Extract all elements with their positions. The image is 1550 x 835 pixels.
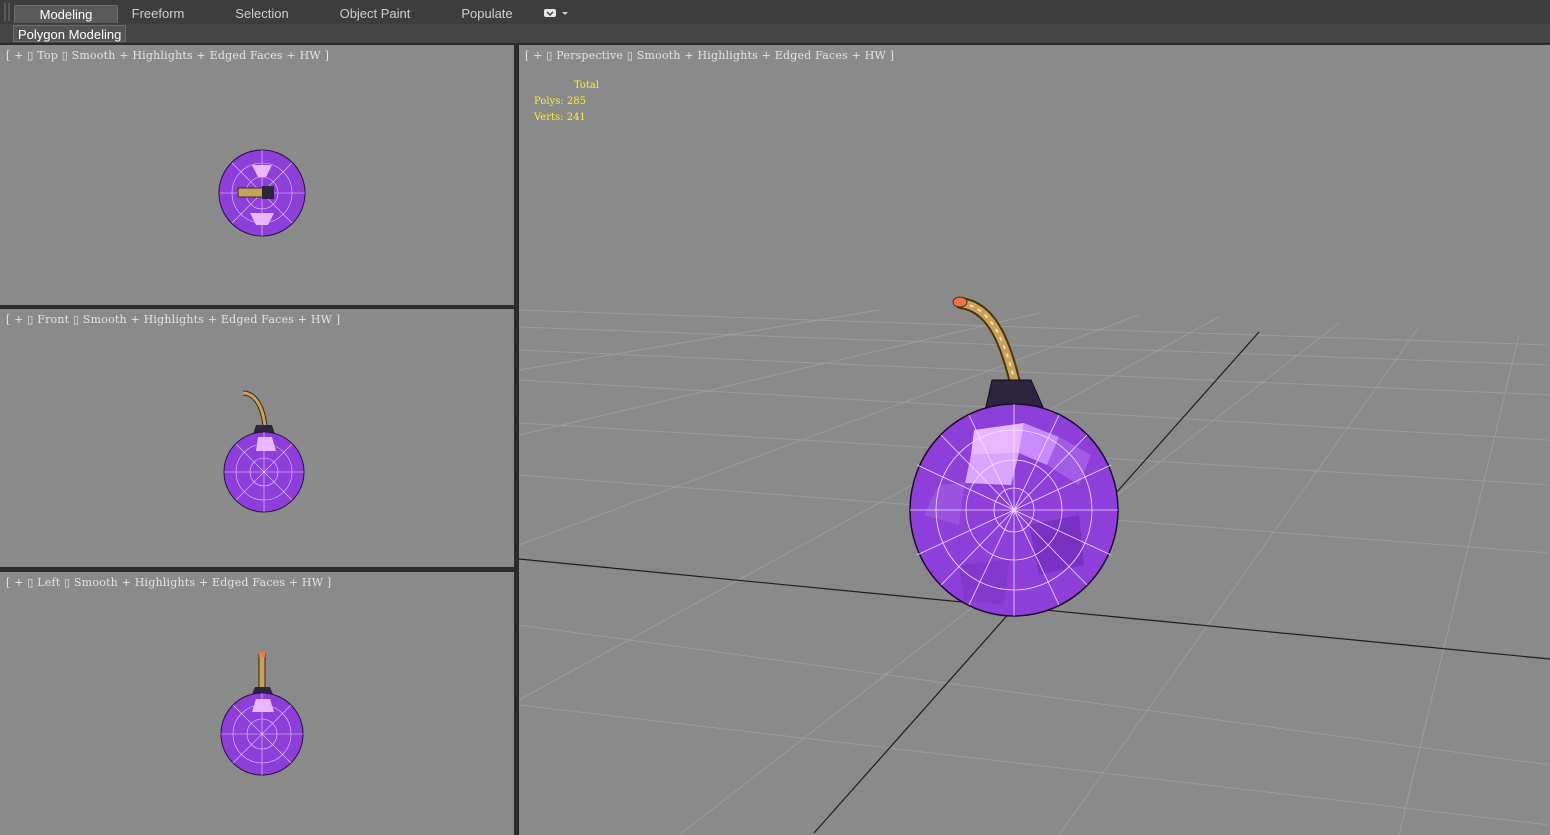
ribbon-panel-bar: Polygon Modeling (0, 24, 1550, 43)
viewport-perspective[interactable]: [ + ▯ Perspective ▯ Smooth + Highlights … (519, 45, 1550, 835)
viewport-top[interactable]: [ + ▯ Top ▯ Smooth + Highlights + Edged … (0, 45, 514, 305)
bomb-body (909, 403, 1119, 617)
dropdown-menu-icon[interactable] (542, 7, 572, 21)
tab-freeform[interactable]: Freeform (118, 5, 198, 23)
perspective-scene[interactable] (519, 45, 1550, 835)
ribbon-tab-bar: Modeling Freeform Selection Object Paint… (0, 0, 1550, 25)
ribbon-grip[interactable] (4, 3, 6, 21)
polygon-modeling-panel-button[interactable]: Polygon Modeling (13, 25, 127, 42)
tab-selection[interactable]: Selection (222, 5, 302, 23)
tab-object-paint[interactable]: Object Paint (330, 5, 420, 23)
bomb-fuse (952, 296, 1022, 393)
bomb-model-top[interactable] (0, 45, 514, 305)
viewport-front[interactable]: [ + ▯ Front ▯ Smooth + Highlights + Edge… (0, 309, 514, 567)
tab-populate[interactable]: Populate (452, 5, 522, 23)
tab-modeling[interactable]: Modeling (14, 5, 118, 23)
ribbon-grip[interactable] (8, 3, 10, 21)
bomb-model-left[interactable] (0, 572, 514, 835)
bomb-model-front[interactable] (0, 309, 514, 567)
viewport-left[interactable]: [ + ▯ Left ▯ Smooth + Highlights + Edged… (0, 572, 514, 835)
